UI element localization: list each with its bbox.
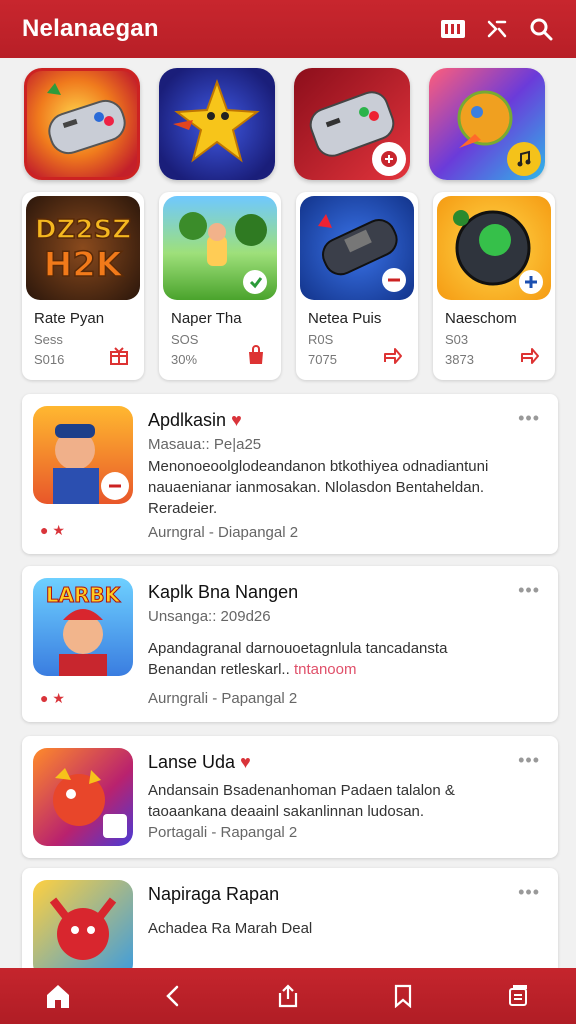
app-thumb-dz2sz: DZ2SZ H2K xyxy=(26,196,140,300)
app-thumb-gamepad-dark xyxy=(437,196,551,300)
list-item[interactable]: ••• Apdlkasin ♥ Masaua:: Pe|a25 Menonoeo… xyxy=(22,394,558,554)
app-badge-icon xyxy=(372,142,406,176)
bag-icon[interactable] xyxy=(245,344,267,366)
rating-stars-icon: ● ★ xyxy=(40,522,65,538)
rating-stars-icon: ● ★ xyxy=(40,690,65,706)
app-name: Naeschom xyxy=(445,310,517,327)
app-icon-gamepad-red[interactable] xyxy=(294,68,410,180)
music-badge-icon xyxy=(507,142,541,176)
more-options-icon[interactable]: ••• xyxy=(518,882,540,903)
app-bar: Nelanaegan xyxy=(0,0,576,58)
list-item-title-row: Apdlkasin ♥ xyxy=(148,410,242,431)
app-name: Netea Puis xyxy=(308,310,382,327)
list-item-footer: Aurngral - Diapangal 2 xyxy=(148,524,299,541)
app-icon-controller-fire[interactable] xyxy=(24,68,140,180)
icon-logo-text-top: DZ2SZ xyxy=(35,215,131,245)
share-icon[interactable] xyxy=(519,344,541,366)
share-icon[interactable] xyxy=(273,981,303,1011)
app-icon-rocket[interactable] xyxy=(429,68,545,180)
list-item-title-row: Lanse Uda ♥ xyxy=(148,752,251,773)
app-title: Nelanaegan xyxy=(22,15,159,42)
icon-logo-text: LARBK xyxy=(46,583,122,607)
app-name: Rate Pyan xyxy=(34,310,105,327)
app-thumb-red-fox xyxy=(33,880,133,978)
more-options-icon[interactable]: ••• xyxy=(518,408,540,429)
bottom-navigation xyxy=(0,968,576,1024)
app-card[interactable]: DZ2SZ H2K Rate Pyan Sess S016 xyxy=(22,192,144,380)
list-item-title: Lanse Uda xyxy=(148,752,236,772)
calendar-icon[interactable] xyxy=(440,16,466,42)
list-item-footer: Aurngrali - Papangal 2 xyxy=(148,690,298,707)
gift-icon[interactable] xyxy=(108,344,130,366)
list-item-title: Kaplk Bna Nangen xyxy=(148,582,299,602)
more-options-icon[interactable]: ••• xyxy=(518,750,540,771)
app-thumb-red-dragon xyxy=(33,748,133,846)
list-item-footer: Portagali - Rapangal 2 xyxy=(148,824,298,841)
app-thumb-adventure xyxy=(163,196,277,300)
list-item-meta: Masaua:: Pe|a25 xyxy=(148,436,262,453)
list-item-title: Apdlkasin xyxy=(148,410,227,430)
app-card[interactable]: Naeschom S03 3873 xyxy=(433,192,555,380)
app-bar-actions xyxy=(440,16,554,42)
share-icon[interactable] xyxy=(382,344,404,366)
list-item-title: Napiraga Rapan xyxy=(148,884,280,904)
list-item[interactable]: ••• Lanse Uda ♥ Andansain Bsadenanhoman … xyxy=(22,736,558,858)
app-thumb-controller-blue xyxy=(300,196,414,300)
app-cards-row: DZ2SZ H2K Rate Pyan Sess S016 Naper Tha … xyxy=(22,192,556,380)
bookmark-icon[interactable] xyxy=(388,981,418,1011)
back-icon[interactable] xyxy=(158,981,188,1011)
featured-apps-row xyxy=(24,68,554,180)
list-item-desc-highlight: tntanoom xyxy=(293,661,357,678)
list-item[interactable]: ••• Napiraga Rapan Achadea Ra Marah Deal xyxy=(22,868,558,978)
icon-logo-text-bottom: H2K xyxy=(44,245,124,285)
home-icon[interactable] xyxy=(43,981,73,1011)
app-name: Naper Tha xyxy=(171,310,242,327)
list-item-description: Achadea Ra Marah Deal xyxy=(148,920,313,937)
heart-icon: ♥ xyxy=(240,752,251,772)
shuffle-icon[interactable] xyxy=(484,16,510,42)
list-item-description: Menonoeoolglodeandanon btkothiyea odnadi… xyxy=(148,458,489,517)
library-icon[interactable] xyxy=(503,981,533,1011)
app-card[interactable]: Netea Puis R0S 7075 xyxy=(296,192,418,380)
more-options-icon[interactable]: ••• xyxy=(518,580,540,601)
search-icon[interactable] xyxy=(528,16,554,42)
app-icon-star-hero[interactable] xyxy=(159,68,275,180)
list-item[interactable]: LARBK ••• Kaplk Bna Nangen Unsanga:: 209… xyxy=(22,566,558,722)
list-item-meta: Unsanga:: 209d26 xyxy=(148,608,271,625)
list-item-description: Andansain Bsadenanhoman Padaen talalon &… xyxy=(148,782,455,820)
app-thumb-larbk: LARBK xyxy=(33,578,133,676)
app-thumb-police-hero xyxy=(33,406,133,504)
list-item-description: Apandagranal darnouoetagnlula tancadanst… xyxy=(148,640,448,678)
heart-icon: ♥ xyxy=(231,410,242,430)
app-card[interactable]: Naper Tha SOS 30% xyxy=(159,192,281,380)
